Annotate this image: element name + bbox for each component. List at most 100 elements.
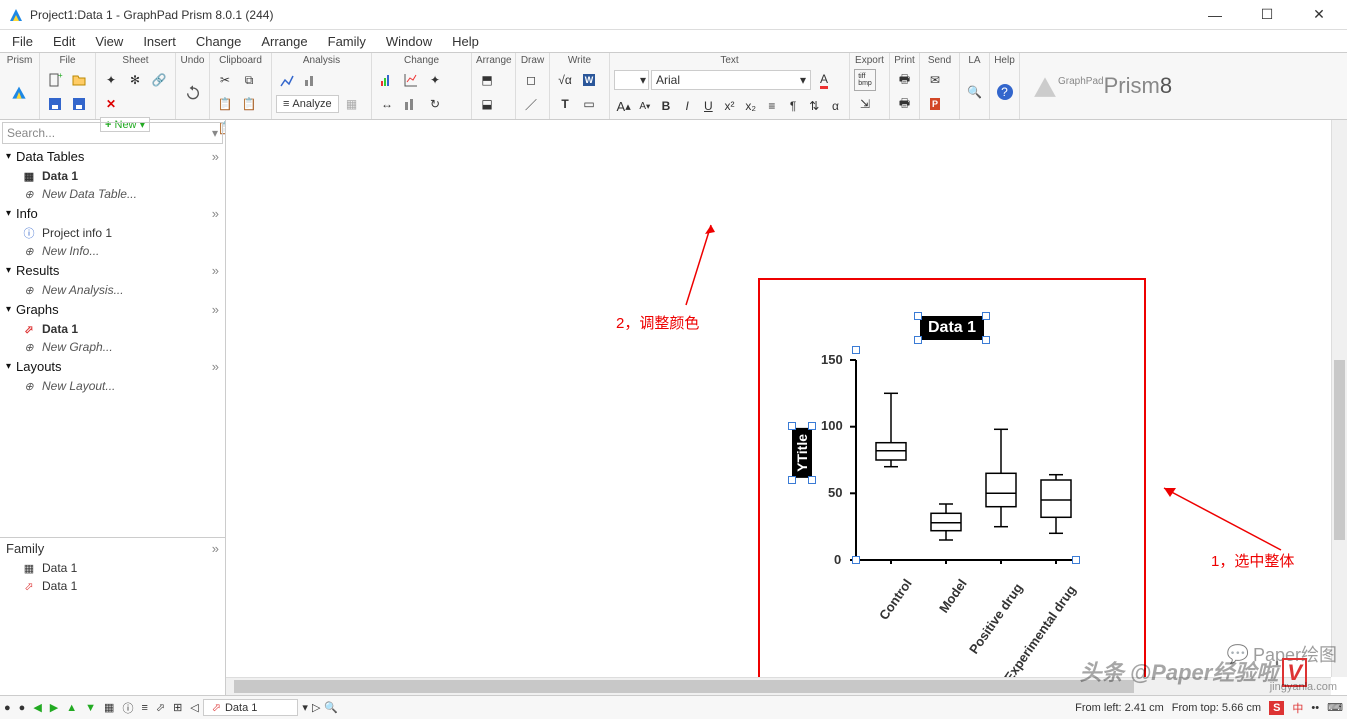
save-as-icon[interactable] [68,93,90,115]
sheet-link-icon[interactable]: 🔗 [148,69,170,91]
subscript-icon[interactable]: x₂ [741,95,760,117]
analysis-2-icon[interactable] [300,69,322,91]
menu-change[interactable]: Change [188,32,250,51]
chart-plot[interactable] [836,350,1086,564]
draw-shape-icon[interactable]: ◻ [520,69,542,91]
tab-next-icon[interactable]: ▷ [312,701,320,714]
clipboard-1-icon[interactable]: 📋 [238,93,260,115]
nav-new-analysis[interactable]: ⊕New Analysis... [0,281,225,299]
font-shrink-icon[interactable]: A▾ [635,95,654,117]
change-rotate-icon[interactable]: ↻ [424,93,446,115]
chart-title[interactable]: Data 1 [920,316,984,340]
nav-family-header[interactable]: Family» [0,537,225,559]
send-mail-icon[interactable]: ✉ [924,69,946,91]
font-name-select[interactable]: Arial▾ [651,70,811,90]
close-button[interactable]: ✕ [1299,5,1339,25]
nav-prev-icon[interactable]: ◀ [33,701,41,714]
menu-insert[interactable]: Insert [135,32,184,51]
export-tiff-icon[interactable]: tiffbmp [854,69,876,91]
nav-next-icon[interactable]: ▶ [50,701,58,714]
analyze-button[interactable]: ≡Analyze [276,95,339,113]
ime-punct[interactable]: •• [1311,702,1319,714]
canvas[interactable]: Data 1 YTitle XTitle [226,120,1347,695]
menu-arrange[interactable]: Arrange [253,32,315,51]
sheet-wizard-icon[interactable]: ✦ [100,69,122,91]
search-input[interactable]: Search...▾ [2,122,223,144]
draw-line-icon[interactable]: ／ [520,93,542,115]
equation-icon[interactable]: √α [554,69,576,91]
copy-icon[interactable]: ⧉ [238,69,260,91]
arrange-back-icon[interactable]: ⬓ [476,93,498,115]
tab-zoom-icon[interactable]: 🔍 [324,701,338,714]
nav-new-graph[interactable]: ⊕New Graph... [0,338,225,356]
export-2-icon[interactable]: ⇲ [854,93,876,115]
save-icon[interactable] [44,93,66,115]
ime-kb-icon[interactable]: ⌨ [1327,701,1343,714]
status-view1-icon[interactable]: ▦ [104,701,114,714]
nav-new-layout[interactable]: ⊕New Layout... [0,377,225,395]
word-icon[interactable]: W [578,69,600,91]
nav-info-item[interactable]: ⓘProject info 1 [0,224,225,242]
menu-edit[interactable]: Edit [45,32,83,51]
cut-icon[interactable]: ✂ [214,69,236,91]
delete-icon[interactable]: ✕ [100,93,122,115]
superscript-icon[interactable]: x² [720,95,739,117]
align-left-icon[interactable]: ≡ [762,95,781,117]
underline-icon[interactable]: U [699,95,718,117]
text-box-icon[interactable]: ▭ [578,93,600,115]
analysis-3-icon[interactable]: ▦ [341,93,363,115]
nav-new-info[interactable]: ⊕New Info... [0,242,225,260]
nav-family-data[interactable]: ▦Data 1 [0,559,225,577]
print-2-icon[interactable]: 🖶 [894,93,915,115]
arrange-front-icon[interactable]: ⬒ [476,69,498,91]
font-size-select[interactable]: ▾ [614,70,649,90]
nav-new-data-table[interactable]: ⊕New Data Table... [0,185,225,203]
tab-prev-icon[interactable]: ◁ [190,701,198,714]
undo-icon[interactable] [180,70,205,114]
print-icon[interactable]: 🖶 [894,69,915,91]
nav-info-header[interactable]: ▾Info» [0,203,225,224]
help-icon[interactable]: ? [994,81,1015,103]
menu-view[interactable]: View [87,32,131,51]
sheet-tab[interactable]: ⬀Data 1 [203,699,299,716]
nav-graphs-item[interactable]: ⬀Data 1 [0,320,225,338]
font-grow-icon[interactable]: A▴ [614,95,633,117]
menu-help[interactable]: Help [444,32,487,51]
change-4-icon[interactable]: ↔ [376,93,398,115]
maximize-button[interactable]: ☐ [1247,5,1287,25]
minimize-button[interactable]: — [1195,5,1235,25]
nav-family-graph[interactable]: ⬀Data 1 [0,577,225,595]
chart-ytitle[interactable]: YTitle [792,428,812,478]
paste-icon[interactable]: 📋 [214,93,236,115]
la-icon[interactable]: 🔍 [964,81,985,103]
bold-icon[interactable]: B [656,95,675,117]
font-color-icon[interactable]: A [813,69,835,91]
send-ppt-icon[interactable]: P [924,93,946,115]
nav-data-tables-header[interactable]: ▾Data Tables» [0,146,225,167]
ime-lang[interactable]: 中 [1292,700,1303,716]
status-dot1[interactable]: ● [4,702,11,714]
change-3-icon[interactable]: ✦ [424,69,446,91]
status-view2-icon[interactable]: ⓘ [122,700,133,716]
nav-data-tables-item[interactable]: ▦Data 1 [0,167,225,185]
open-file-icon[interactable] [68,69,90,91]
text-T-icon[interactable]: T [554,93,576,115]
change-1-icon[interactable] [376,69,398,91]
sheet-star-icon[interactable]: ✻ [124,69,146,91]
status-dot2[interactable]: ● [19,702,26,714]
nav-graphs-header[interactable]: ▾Graphs» [0,299,225,320]
menu-file[interactable]: File [4,32,41,51]
para-icon[interactable]: ¶ [784,95,803,117]
analysis-1-icon[interactable] [276,69,298,91]
prism-icon[interactable] [4,70,34,114]
vertical-scrollbar[interactable] [1331,120,1347,677]
new-file-icon[interactable]: + [44,69,66,91]
line-spacing-icon[interactable]: ⇅ [805,95,824,117]
nav-results-header[interactable]: ▾Results» [0,260,225,281]
nav-up-icon[interactable]: ▲ [66,702,77,714]
status-view3-icon[interactable]: ≡ [141,702,147,714]
italic-icon[interactable]: I [678,95,697,117]
ime-icon[interactable]: S [1269,701,1284,715]
status-view5-icon[interactable]: ⊞ [173,701,182,714]
greek-icon[interactable]: α [826,95,845,117]
